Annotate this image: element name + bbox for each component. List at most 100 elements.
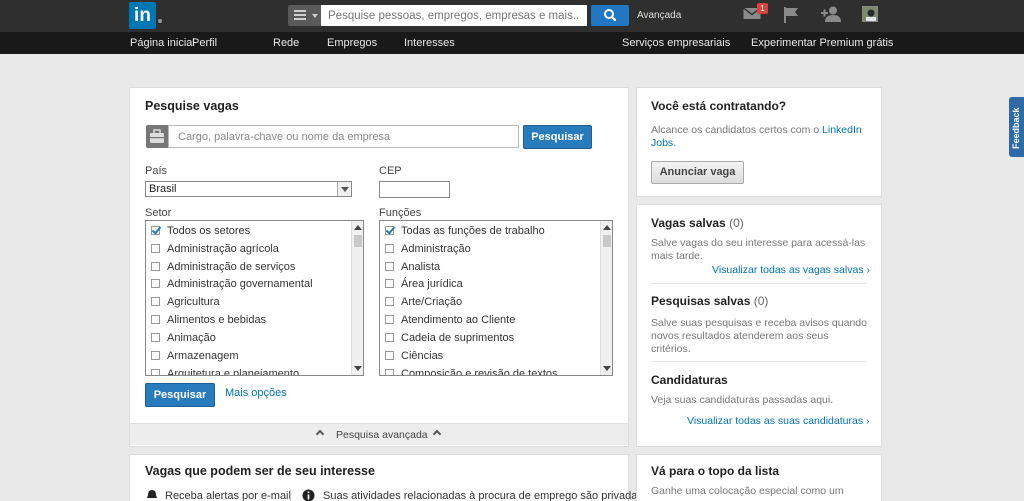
- sector-option[interactable]: Todos os setores: [151, 225, 250, 241]
- sector-label: Setor: [145, 207, 172, 219]
- nav-profile[interactable]: Perfil: [192, 37, 217, 49]
- function-option[interactable]: Área jurídica: [385, 278, 463, 294]
- checkbox-icon[interactable]: [385, 369, 394, 375]
- view-applications-link[interactable]: Visualizar todas as suas candidaturas: [687, 415, 870, 427]
- checkbox-icon[interactable]: [151, 369, 160, 375]
- sector-option[interactable]: Armazenagem: [151, 350, 239, 366]
- saved-searches-text: Salve suas pesquisas e receba avisos qua…: [651, 317, 867, 355]
- scroll-up-icon[interactable]: [603, 225, 611, 230]
- nav-jobs[interactable]: Empregos: [327, 37, 377, 49]
- scroll-up-icon[interactable]: [354, 225, 362, 230]
- zip-input[interactable]: [379, 181, 450, 198]
- linkedin-logo[interactable]: in: [129, 2, 156, 29]
- function-option[interactable]: Atendimento ao Cliente: [385, 314, 515, 330]
- checkbox-icon[interactable]: [151, 351, 160, 360]
- search-button[interactable]: [591, 5, 629, 26]
- nav-home[interactable]: Página inicial: [130, 37, 195, 49]
- sector-option-label: Arquitetura e planejamento: [167, 368, 300, 376]
- checkbox-checked-icon[interactable]: [151, 226, 160, 235]
- nav-interests[interactable]: Interesses: [404, 37, 455, 49]
- checkbox-icon[interactable]: [151, 279, 160, 288]
- saved-jobs-title-text[interactable]: Vagas salvas: [651, 216, 726, 230]
- bottom-search-button[interactable]: Pesquisar: [145, 383, 215, 407]
- function-option[interactable]: Ciências: [385, 350, 443, 366]
- checkbox-icon[interactable]: [385, 297, 394, 306]
- saved-searches-count: (0): [753, 294, 769, 308]
- sector-list[interactable]: Todos os setores Administração agrícola …: [145, 220, 364, 376]
- top-of-list-title: Vá para o topo da lista: [651, 464, 780, 478]
- saved-jobs-text: Salve vagas do seu interesse para acessá…: [651, 237, 866, 262]
- email-alerts-link[interactable]: Receba alertas por e-mail: [165, 490, 291, 501]
- logo-registered-mark: [158, 19, 162, 23]
- function-option[interactable]: Arte/Criação: [385, 296, 462, 312]
- sector-scrollbar[interactable]: [351, 221, 363, 375]
- search-input[interactable]: [321, 5, 587, 26]
- job-search-box-icon: [146, 125, 168, 148]
- function-option[interactable]: Administração: [385, 243, 471, 259]
- functions-list[interactable]: Todas as funções de trabalho Administraç…: [379, 220, 613, 376]
- saved-searches-title-text[interactable]: Pesquisas salvas: [651, 294, 750, 308]
- checkbox-icon[interactable]: [151, 262, 160, 271]
- checkbox-icon[interactable]: [151, 333, 160, 342]
- checkbox-icon[interactable]: [385, 244, 394, 253]
- checkbox-icon[interactable]: [385, 333, 394, 342]
- sector-option-label: Agricultura: [167, 296, 220, 308]
- avatar[interactable]: [862, 6, 878, 22]
- checkbox-icon[interactable]: [385, 262, 394, 271]
- top-of-list-text: Ganhe uma colocação especial como um: [651, 485, 844, 497]
- scrollbar-thumb[interactable]: [603, 235, 611, 247]
- keyword-input[interactable]: [168, 125, 519, 148]
- menu-icon: [294, 10, 306, 21]
- function-option[interactable]: Todas as funções de trabalho: [385, 225, 545, 241]
- feedback-tab[interactable]: Feedback: [1009, 97, 1024, 157]
- applications-title[interactable]: Candidaturas: [651, 373, 728, 387]
- function-option-label: Ciências: [401, 350, 444, 362]
- privacy-notice: Suas atividades relacionadas à procura d…: [323, 490, 643, 501]
- search-jobs-title: Pesquise vagas: [145, 99, 239, 113]
- checkbox-icon[interactable]: [385, 351, 394, 360]
- add-connection-icon[interactable]: [821, 6, 841, 22]
- search-category-button[interactable]: [288, 5, 321, 26]
- sector-option[interactable]: Agricultura: [151, 296, 220, 312]
- advanced-search-link[interactable]: Avançada: [637, 10, 681, 21]
- sector-option[interactable]: Administração governamental: [151, 278, 313, 294]
- nav-business-services[interactable]: Serviços empresariais: [622, 37, 730, 49]
- post-job-button[interactable]: Anunciar vaga: [651, 161, 744, 184]
- scrollbar-thumb[interactable]: [354, 235, 362, 247]
- checkbox-icon[interactable]: [151, 315, 160, 324]
- flag-icon[interactable]: [783, 7, 799, 23]
- function-option[interactable]: Analista: [385, 261, 440, 277]
- nav-premium[interactable]: Experimentar Premium grátis: [751, 37, 893, 49]
- sector-option[interactable]: Arquitetura e planejamento: [151, 368, 300, 376]
- sector-option-label: Alimentos e bebidas: [167, 314, 267, 326]
- sector-option[interactable]: Administração de serviços: [151, 261, 295, 277]
- info-icon: [302, 489, 315, 501]
- checkbox-icon[interactable]: [385, 315, 394, 324]
- country-select[interactable]: Brasil: [145, 181, 352, 197]
- more-options-link[interactable]: Mais opções: [225, 387, 287, 399]
- chevron-down-icon: [337, 182, 351, 196]
- scroll-down-icon[interactable]: [354, 366, 362, 371]
- nav-network[interactable]: Rede: [273, 37, 299, 49]
- sector-option[interactable]: Alimentos e bebidas: [151, 314, 266, 330]
- advanced-search-bar[interactable]: Pesquisa avançada: [130, 423, 628, 445]
- function-option-label: Atendimento ao Cliente: [401, 314, 516, 326]
- function-option-label: Cadeia de suprimentos: [401, 332, 515, 344]
- chevron-down-icon: [312, 14, 318, 18]
- function-option[interactable]: Cadeia de suprimentos: [385, 332, 514, 348]
- sector-option[interactable]: Administração agrícola: [151, 243, 279, 259]
- checkbox-icon[interactable]: [385, 279, 394, 288]
- divider: [651, 283, 866, 284]
- saved-searches-title: Pesquisas salvas (0): [651, 294, 768, 308]
- scroll-down-icon[interactable]: [603, 366, 611, 371]
- view-saved-jobs-link[interactable]: Visualizar todas as vagas salvas: [712, 264, 870, 276]
- function-option[interactable]: Composição e revisão de textos: [385, 368, 558, 375]
- functions-scrollbar[interactable]: [600, 221, 612, 375]
- profile-photo-icon: [863, 7, 877, 21]
- checkbox-icon[interactable]: [151, 244, 160, 253]
- search-jobs-button[interactable]: Pesquisar: [523, 125, 592, 149]
- checkbox-icon[interactable]: [151, 297, 160, 306]
- checkbox-checked-icon[interactable]: [385, 226, 394, 235]
- advanced-search-label: Pesquisa avançada: [336, 429, 428, 441]
- sector-option[interactable]: Animação: [151, 332, 216, 348]
